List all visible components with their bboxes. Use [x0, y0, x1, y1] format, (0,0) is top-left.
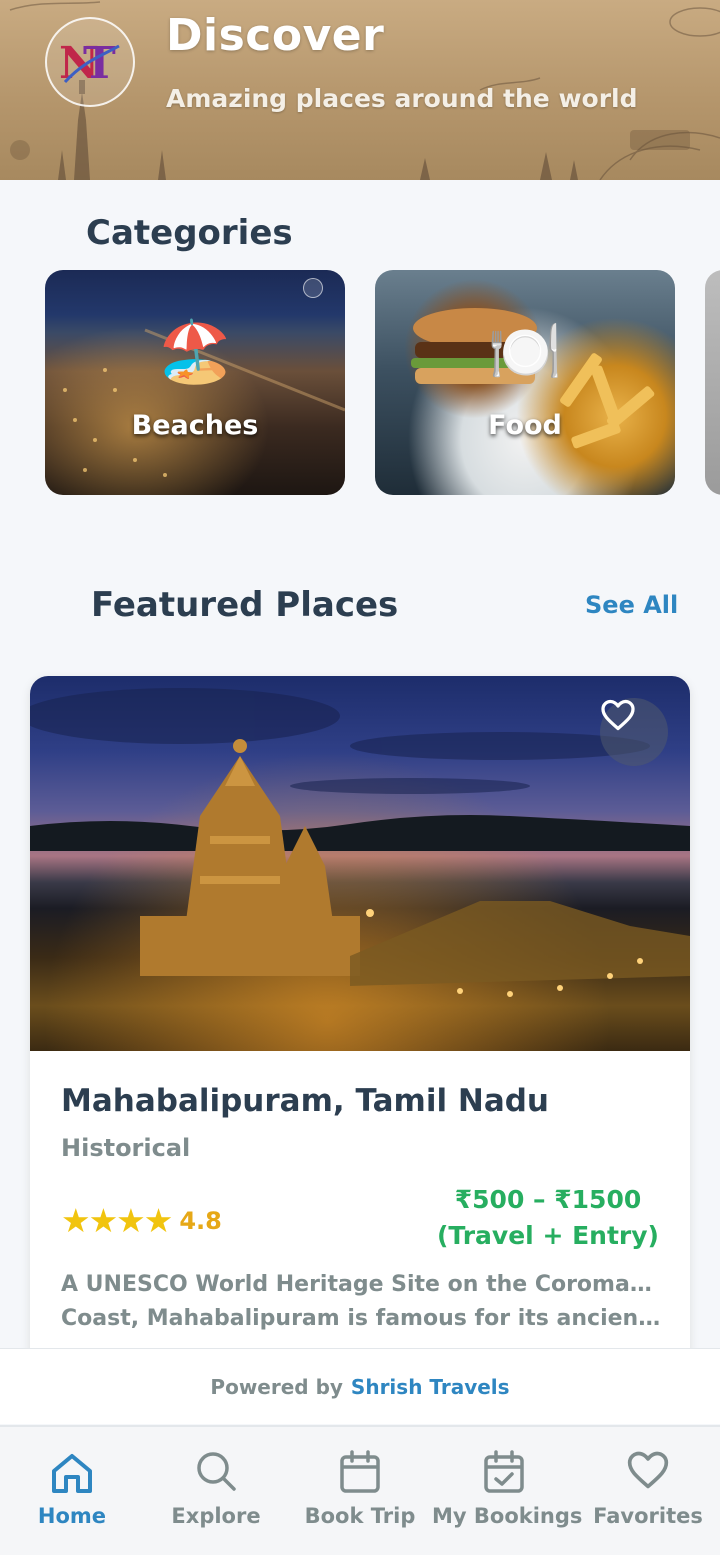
see-all-link[interactable]: See All [585, 591, 678, 619]
page-subtitle: Amazing places around the world [166, 84, 638, 113]
watermark-badge [303, 278, 323, 298]
calendar-icon [340, 1450, 380, 1493]
beach-umbrella-icon: 🏖️ [157, 317, 233, 387]
nav-item-favorites[interactable]: Favorites [576, 1427, 720, 1555]
price-range: ₹500 – ₹1500 [454, 1185, 642, 1214]
nav-item-book-trip[interactable]: Book Trip [288, 1427, 432, 1555]
categories-heading: Categories [86, 213, 293, 253]
category-label-beaches: Beaches [131, 410, 259, 441]
shore-temple-image [30, 676, 690, 1051]
favorite-button[interactable] [600, 698, 668, 766]
nt-logo-icon: N T [59, 38, 120, 89]
calendar-check-icon [484, 1450, 524, 1493]
app-logo: N T [45, 17, 135, 107]
temple-silhouette [30, 688, 690, 997]
place-category: Historical [61, 1134, 191, 1162]
category-card-beaches[interactable]: 🏖️ Beaches [45, 270, 345, 495]
place-name: Mahabalipuram, Tamil Nadu [61, 1083, 549, 1119]
category-label-food: Food [488, 410, 562, 441]
powered-by-label: Powered by [210, 1374, 343, 1399]
page-title: Discover [166, 10, 385, 61]
nav-label: Home [37, 1504, 107, 1528]
nav-label: Book Trip [304, 1504, 416, 1528]
plate-cutlery-icon: 🍽️ [487, 317, 563, 387]
search-icon [197, 1452, 236, 1491]
heart-icon [601, 699, 635, 731]
nav-label: Favorites [593, 1504, 703, 1528]
place-price: ₹500 – ₹1500 (Travel + Entry) [437, 1182, 659, 1254]
place-description: A UNESCO World Heritage Site on the Coro… [61, 1268, 661, 1336]
place-rating: ★★★★ 4.8 [61, 1201, 222, 1240]
description-line: A UNESCO World Heritage Site on the Coro… [61, 1272, 661, 1297]
nav-item-home[interactable]: Home [0, 1427, 144, 1555]
featured-place-card[interactable]: Mahabalipuram, Tamil Nadu Historical ★★★… [30, 676, 690, 1376]
rating-stars-icon: ★★★★ [61, 1201, 173, 1240]
category-card-food[interactable]: 🍽️ Food [375, 270, 675, 495]
header-banner: N T Discover Amazing places around the w… [0, 0, 720, 180]
price-note: (Travel + Entry) [437, 1221, 659, 1250]
category-card-next[interactable] [705, 270, 720, 495]
nav-label: My Bookings [432, 1504, 583, 1528]
rating-value: 4.8 [179, 1206, 222, 1235]
heart-icon [627, 1451, 669, 1489]
home-icon [52, 1454, 92, 1493]
featured-heading: Featured Places [91, 585, 399, 625]
nav-label: Explore [171, 1504, 261, 1528]
nav-item-explore[interactable]: Explore [144, 1427, 288, 1555]
bottom-navigation: Home Explore Book Trip My Bookings Favor… [0, 1425, 720, 1555]
powered-by-brand-link[interactable]: Shrish Travels [351, 1375, 510, 1399]
description-line: Coast, Mahabalipuram is famous for its a… [61, 1306, 661, 1331]
powered-by-footer: Powered by Shrish Travels [0, 1348, 720, 1424]
nav-item-my-bookings[interactable]: My Bookings [432, 1427, 583, 1555]
